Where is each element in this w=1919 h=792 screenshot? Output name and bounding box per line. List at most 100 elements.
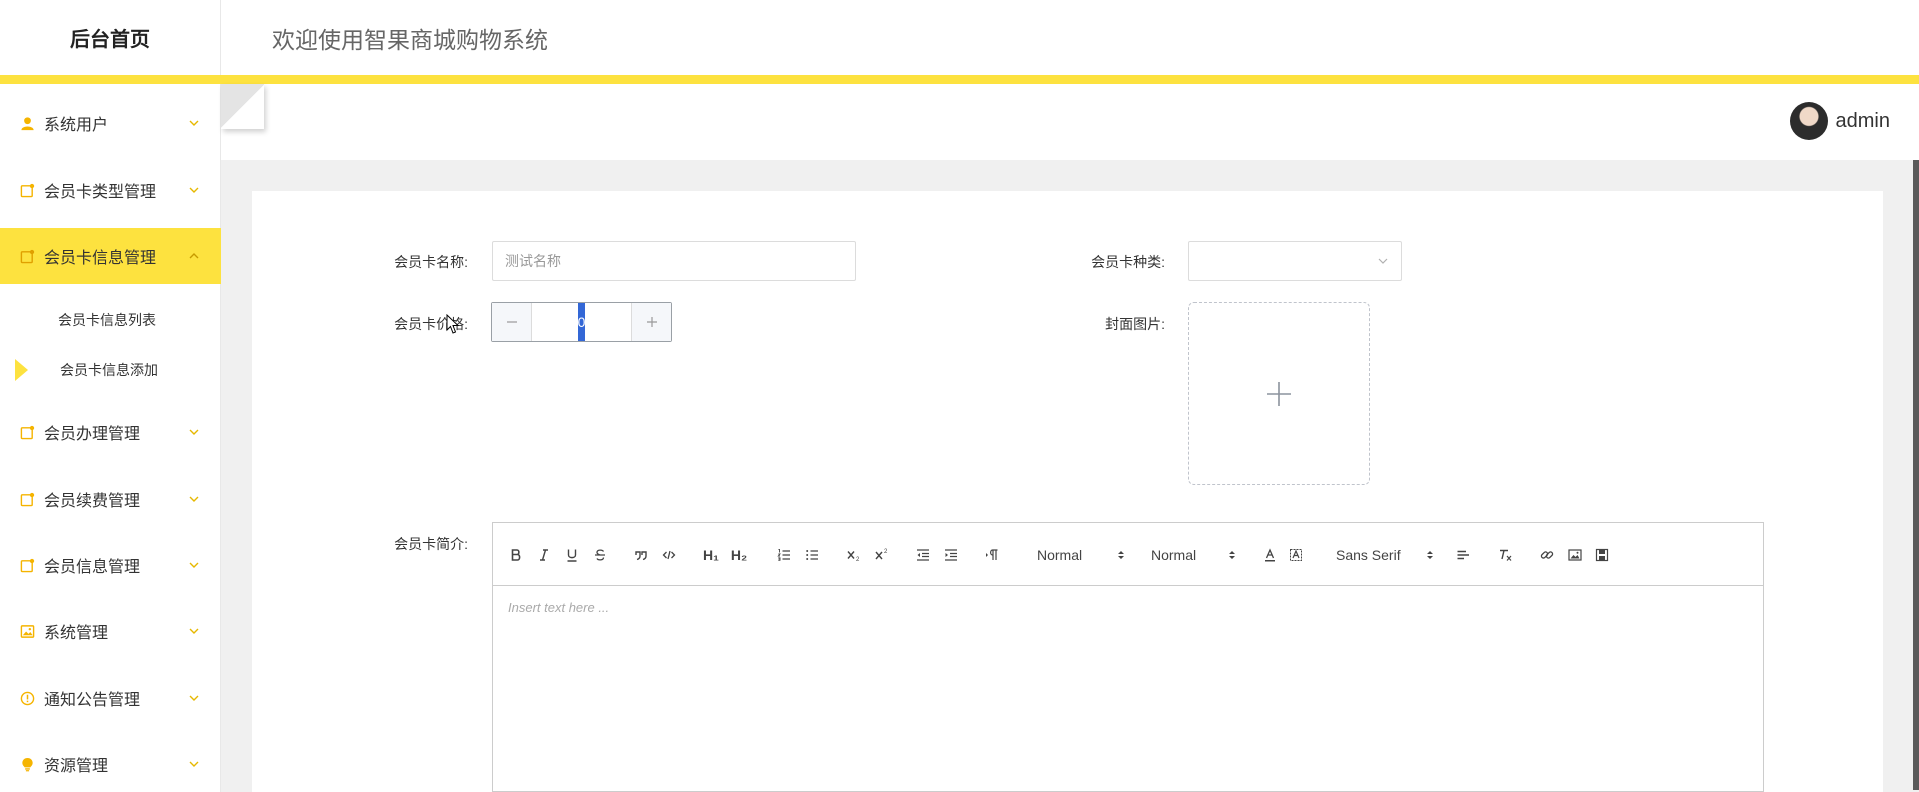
card-type-select[interactable] xyxy=(1188,241,1402,281)
user-name: admin xyxy=(1835,109,1890,132)
user-menu[interactable]: admin xyxy=(1789,102,1890,140)
card-name-input[interactable]: 测试名称 xyxy=(492,241,856,281)
superscript-button[interactable]: 2 xyxy=(873,543,891,567)
sidebar-item-resources[interactable]: 资源管理 xyxy=(0,736,221,792)
font-picker-value: Sans Serif xyxy=(1336,547,1401,563)
image-icon xyxy=(19,623,35,639)
plus-icon xyxy=(1267,381,1291,406)
video-icon xyxy=(1595,548,1609,562)
italic-button[interactable] xyxy=(535,543,553,567)
sidebar-item-system-management[interactable]: 系统管理 xyxy=(0,603,221,659)
clear-format-button[interactable] xyxy=(1496,543,1514,567)
sidebar-item-label: 系统管理 xyxy=(44,625,109,642)
chevron-down-icon xyxy=(189,628,199,634)
sort-arrows-icon xyxy=(1427,551,1433,559)
price-stepper[interactable]: 0 xyxy=(491,302,672,342)
size-picker-value: Normal xyxy=(1151,547,1197,563)
info-icon xyxy=(19,690,35,706)
size-picker[interactable]: Normal xyxy=(1151,543,1236,567)
editor-placeholder: Insert text here ... xyxy=(508,600,610,615)
avatar xyxy=(1789,102,1828,140)
text-color-button[interactable] xyxy=(1261,543,1279,567)
clear-format-icon xyxy=(1499,549,1511,561)
sort-arrows-icon xyxy=(1118,551,1124,559)
sidebar-item-notices[interactable]: 通知公告管理 xyxy=(0,670,221,726)
price-value-field[interactable]: 0 xyxy=(532,303,631,341)
font-picker[interactable]: Sans Serif xyxy=(1336,543,1434,567)
bold-button[interactable] xyxy=(507,543,525,567)
collapse-toggle[interactable] xyxy=(221,84,264,129)
editor-content[interactable]: Insert text here ... xyxy=(493,586,1763,629)
sidebar-item-renewal[interactable]: 会员续费管理 xyxy=(0,471,221,527)
sidebar-item-label: 会员卡类型管理 xyxy=(44,184,157,201)
svg-text:2: 2 xyxy=(884,549,888,555)
card-name-label: 会员卡名称: xyxy=(394,254,468,270)
underline-icon xyxy=(567,549,577,562)
blockquote-button[interactable] xyxy=(632,543,650,567)
link-button[interactable] xyxy=(1538,543,1556,567)
chevron-down-icon xyxy=(189,120,199,126)
quote-icon xyxy=(635,551,647,561)
underline-button[interactable] xyxy=(563,543,581,567)
sidebar-item-membership-handling[interactable]: 会员办理管理 xyxy=(0,404,221,460)
header-picker-value: Normal xyxy=(1037,547,1083,563)
increment-button[interactable] xyxy=(631,303,671,341)
subscript-button[interactable]: 2 xyxy=(845,543,863,567)
card-intro-label: 会员卡简介: xyxy=(394,536,468,552)
note-icon xyxy=(19,182,35,198)
plus-icon xyxy=(646,317,657,327)
sort-arrows-icon xyxy=(1229,551,1235,559)
header1-button[interactable]: H₁ xyxy=(701,543,721,567)
video-button[interactable] xyxy=(1593,543,1611,567)
text-direction-button[interactable] xyxy=(984,543,1002,567)
sidebar-item-card-info[interactable]: 会员卡信息管理 xyxy=(0,228,221,284)
sidebar-subitem-label: 会员卡信息列表 xyxy=(58,312,156,328)
h1-text: H₁ xyxy=(703,547,719,563)
strike-button[interactable] xyxy=(591,543,609,567)
indent-button[interactable] xyxy=(942,543,960,567)
price-value: 0 xyxy=(578,303,585,341)
note-icon xyxy=(19,491,35,507)
background-color-button[interactable] xyxy=(1287,543,1305,567)
sidebar-logo[interactable]: 后台首页 xyxy=(0,0,220,75)
chevron-down-icon xyxy=(189,429,199,435)
chevron-down-icon xyxy=(189,695,199,701)
sidebar-item-system-users[interactable]: 系统用户 xyxy=(0,95,221,151)
bulb-icon xyxy=(19,756,35,772)
code-block-button[interactable] xyxy=(660,543,678,567)
outdent-button[interactable] xyxy=(914,543,932,567)
header-picker[interactable]: Normal xyxy=(1037,543,1125,567)
strike-icon xyxy=(595,549,605,561)
sidebar-item-member-info[interactable]: 会员信息管理 xyxy=(0,537,221,593)
link-icon xyxy=(1540,551,1554,559)
sidebar-subitem-card-list[interactable]: 会员卡信息列表 xyxy=(0,295,221,345)
chevron-down-icon xyxy=(1378,258,1388,264)
editor-toolbar: H₁ H₂ 2 2 Normal Normal Sans Serif xyxy=(493,523,1763,586)
sidebar-item-card-type[interactable]: 会员卡类型管理 xyxy=(0,162,221,218)
image-button[interactable] xyxy=(1566,543,1584,567)
header2-button[interactable]: H₂ xyxy=(729,543,749,567)
svg-text:2: 2 xyxy=(856,557,860,562)
align-button[interactable] xyxy=(1454,543,1472,567)
background-color-icon xyxy=(1290,549,1302,561)
chevron-down-icon xyxy=(189,496,199,502)
chevron-down-icon xyxy=(189,562,199,568)
active-marker xyxy=(15,359,28,381)
user-icon xyxy=(19,115,35,131)
sidebar-item-label: 系统用户 xyxy=(44,117,109,134)
italic-icon xyxy=(540,549,548,561)
ordered-list-button[interactable] xyxy=(775,543,793,567)
outdent-icon xyxy=(917,549,929,561)
bullet-list-button[interactable] xyxy=(803,543,821,567)
chevron-down-icon xyxy=(189,187,199,193)
sidebar-item-label: 资源管理 xyxy=(44,758,109,775)
scrollbar[interactable] xyxy=(1913,160,1919,790)
mouse-cursor-icon xyxy=(446,314,460,334)
note-icon xyxy=(19,248,35,264)
decrement-button[interactable] xyxy=(492,303,532,341)
sidebar-subitem-card-add[interactable]: 会员卡信息添加 xyxy=(0,345,221,395)
sidebar-item-label: 会员续费管理 xyxy=(44,493,141,510)
cover-image-upload[interactable] xyxy=(1188,302,1370,485)
rich-text-editor: H₁ H₂ 2 2 Normal Normal Sans Serif Inser… xyxy=(492,522,1764,792)
card-type-label: 会员卡种类: xyxy=(1091,254,1165,270)
